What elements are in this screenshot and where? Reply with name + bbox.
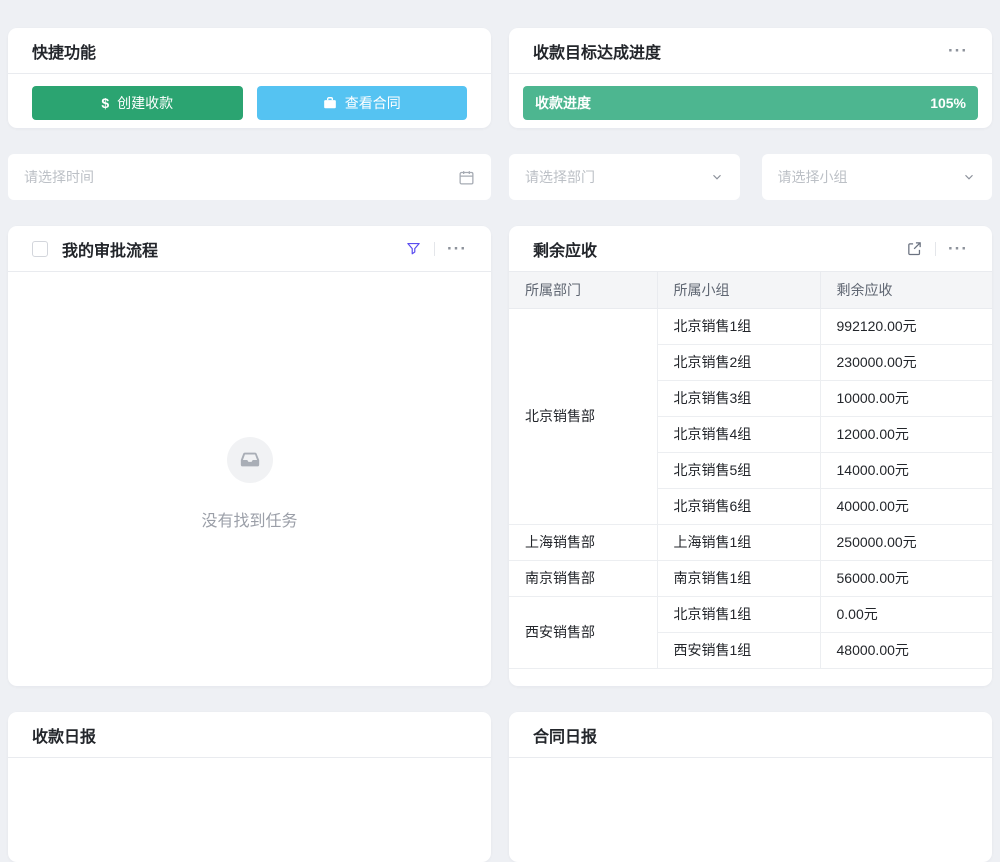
quick-functions-title: 快捷功能 [32, 39, 96, 63]
approval-title: 我的审批流程 [62, 237, 158, 261]
table-header-row: 所属部门 所属小组 剩余应收 [509, 272, 992, 308]
inbox-icon [239, 449, 261, 471]
table-row: 南京销售部 南京销售1组 56000.00元 [509, 560, 992, 596]
header-divider [434, 242, 435, 256]
col-dept: 所属部门 [509, 272, 657, 308]
progress-bar-wrap: 收款进度 105% [509, 74, 992, 120]
contract-report-card: 合同日报 [509, 712, 992, 862]
cell-amount: 992120.00元 [820, 308, 992, 344]
progress-bar-value: 105% [930, 95, 966, 111]
create-payment-button[interactable]: $ 创建收款 [32, 86, 243, 120]
cell-amount: 14000.00元 [820, 452, 992, 488]
dept-select[interactable] [509, 154, 740, 200]
cell-group: 北京销售3组 [657, 380, 820, 416]
quick-functions-card: 快捷功能 $ 创建收款 查看合同 [8, 28, 491, 128]
filter-icon[interactable] [405, 240, 422, 257]
receivables-table: 所属部门 所属小组 剩余应收 北京销售部 北京销售1组 992120.00元 北… [509, 272, 992, 669]
progress-bar-label: 收款进度 [535, 93, 591, 113]
table-row: 北京销售部 北京销售1组 992120.00元 [509, 308, 992, 344]
quick-buttons: $ 创建收款 查看合同 [8, 74, 491, 120]
contract-report-header: 合同日报 [509, 712, 992, 758]
approval-checkbox[interactable] [32, 241, 48, 257]
approval-card: 我的审批流程 ··· 没有找到任务 [8, 226, 491, 686]
cell-amount: 40000.00元 [820, 488, 992, 524]
calendar-icon[interactable] [458, 169, 475, 186]
create-payment-label: 创建收款 [117, 93, 173, 113]
cell-amount: 250000.00元 [820, 524, 992, 560]
table-row: 西安销售部 北京销售1组 0.00元 [509, 596, 992, 632]
cell-dept: 北京销售部 [509, 308, 657, 524]
cell-amount: 10000.00元 [820, 380, 992, 416]
payment-report-card: 收款日报 [8, 712, 491, 862]
cell-amount: 56000.00元 [820, 560, 992, 596]
progress-bar: 收款进度 105% [523, 86, 978, 120]
col-group: 所属小组 [657, 272, 820, 308]
cell-group: 西安销售1组 [657, 632, 820, 668]
time-select-input[interactable] [24, 169, 458, 185]
payment-report-header: 收款日报 [8, 712, 491, 758]
briefcase-icon [323, 96, 337, 110]
chevron-down-icon [710, 170, 724, 184]
cell-dept: 西安销售部 [509, 596, 657, 668]
dashboard: 快捷功能 $ 创建收款 查看合同 收款目标达成进度 ··· 收款进度 [0, 0, 1000, 862]
receivables-header: 剩余应收 ··· [509, 226, 992, 272]
approval-header: 我的审批流程 ··· [8, 226, 491, 272]
more-icon[interactable]: ··· [948, 240, 968, 257]
dollar-icon: $ [101, 95, 109, 111]
cell-group: 北京销售4组 [657, 416, 820, 452]
goal-progress-card: 收款目标达成进度 ··· 收款进度 105% [509, 28, 992, 128]
cell-group: 北京销售6组 [657, 488, 820, 524]
cell-group: 北京销售1组 [657, 596, 820, 632]
view-contract-label: 查看合同 [345, 93, 401, 113]
more-icon[interactable]: ··· [447, 240, 467, 257]
external-link-icon[interactable] [906, 240, 923, 257]
col-amount: 剩余应收 [820, 272, 992, 308]
more-icon[interactable]: ··· [948, 42, 968, 59]
header-divider [935, 242, 936, 256]
goal-progress-title: 收款目标达成进度 [533, 39, 661, 63]
cell-amount: 230000.00元 [820, 344, 992, 380]
cell-dept: 上海销售部 [509, 524, 657, 560]
payment-report-title: 收款日报 [32, 723, 96, 747]
cell-group: 南京销售1组 [657, 560, 820, 596]
cell-group: 北京销售1组 [657, 308, 820, 344]
empty-text: 没有找到任务 [201, 507, 297, 531]
time-select[interactable] [8, 154, 491, 200]
receivables-title: 剩余应收 [533, 237, 597, 261]
cell-group: 上海销售1组 [657, 524, 820, 560]
empty-circle [227, 437, 273, 483]
receivables-card: 剩余应收 ··· 所属部门 所属小组 剩余应收 北京销售部 [509, 226, 992, 686]
cell-group: 北京销售5组 [657, 452, 820, 488]
quick-functions-header: 快捷功能 [8, 28, 491, 74]
dept-select-input[interactable] [525, 169, 710, 185]
table-row: 上海销售部 上海销售1组 250000.00元 [509, 524, 992, 560]
cell-amount: 0.00元 [820, 596, 992, 632]
group-select[interactable] [762, 154, 993, 200]
cell-dept: 南京销售部 [509, 560, 657, 596]
approval-empty-state: 没有找到任务 [8, 272, 491, 531]
group-select-input[interactable] [778, 169, 963, 185]
chevron-down-icon [962, 170, 976, 184]
cell-amount: 48000.00元 [820, 632, 992, 668]
contract-report-title: 合同日报 [533, 723, 597, 747]
goal-progress-header: 收款目标达成进度 ··· [509, 28, 992, 74]
cell-amount: 12000.00元 [820, 416, 992, 452]
cell-group: 北京销售2组 [657, 344, 820, 380]
filters-right [509, 154, 992, 200]
view-contract-button[interactable]: 查看合同 [257, 86, 468, 120]
